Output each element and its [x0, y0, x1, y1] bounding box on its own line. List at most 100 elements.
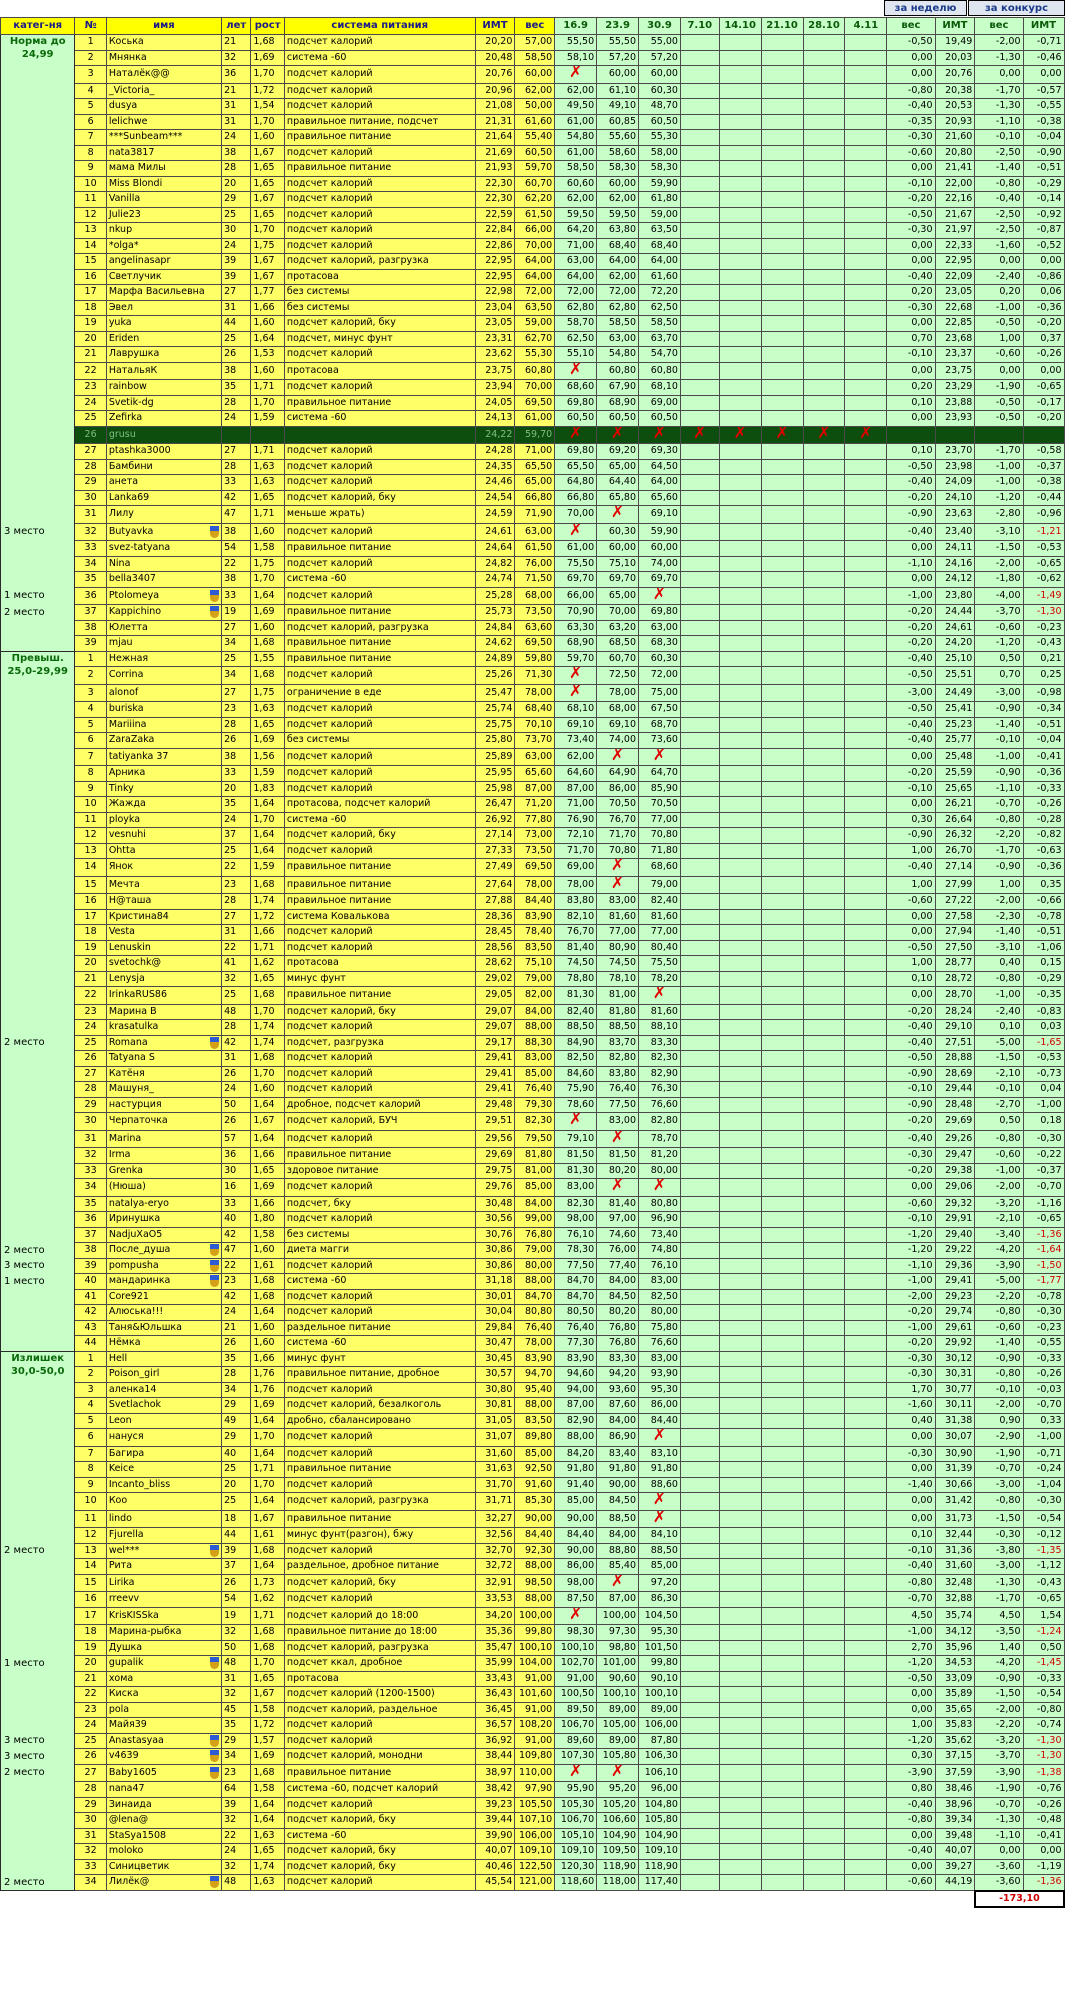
row-week-empty — [760, 113, 804, 130]
row-week-empty — [844, 1827, 888, 1844]
missed-week-icon: ✗ — [568, 684, 583, 700]
row-name: rainbow — [105, 379, 223, 396]
row-week-1: 100,50 — [554, 1686, 598, 1703]
row-height: 1,63 — [250, 458, 285, 475]
row-week-empty — [802, 1397, 846, 1414]
row-num: 9 — [74, 160, 107, 177]
table-row: 4 buriska 23 1,63 подсчет калорий 25,74 68,40 6… — [1, 701, 1065, 718]
row-week-empty — [679, 796, 720, 813]
row-week-empty — [718, 1461, 762, 1478]
row-name: ployka — [105, 811, 223, 828]
row-ct-bmi: -0,26 — [1022, 1366, 1065, 1383]
row-wk-weight: -3,00 — [886, 683, 936, 702]
table-row: 6 ZaraZaka 26 1,69 без системы 25,80 73,70 73,4… — [1, 732, 1065, 749]
row-weight: 105,50 — [514, 1796, 556, 1813]
row-name: StaSya1508 — [105, 1827, 223, 1844]
row-week-empty — [802, 635, 846, 652]
table-row: 22 Киска 32 1,67 подсчет калорий (1200-1500)… — [1, 1686, 1065, 1703]
row-week-empty — [760, 175, 804, 192]
row-week-empty — [679, 253, 720, 270]
row-num: 17 — [74, 284, 107, 301]
row-week-empty — [718, 796, 762, 813]
row-system: минус фунт — [283, 1350, 476, 1367]
row-week-3: 84,10 — [638, 1527, 681, 1544]
row-age: 20 — [221, 175, 252, 192]
row-ct-weight: -0,50 — [974, 410, 1024, 427]
row-ct-bmi: -1,49 — [1022, 586, 1065, 605]
row-system: подсчет калорий — [283, 939, 476, 956]
row-week-empty — [802, 1655, 846, 1672]
row-week-1: 86,00 — [554, 1558, 598, 1575]
row-ct-bmi: -1,64 — [1022, 1242, 1065, 1259]
row-name: yuka — [105, 315, 223, 332]
row-ct-weight: -2,90 — [974, 1428, 1024, 1447]
row-week-3: 69,00 — [638, 394, 681, 411]
row-system: протасова — [283, 955, 476, 972]
table-row: 21 хома 31 1,65 протасова 33,43 91,00 91,00 90,6… — [1, 1670, 1065, 1687]
row-ct-weight: -2,00 — [974, 1178, 1024, 1197]
row-week-1: 82,10 — [554, 908, 598, 925]
row-week-empty — [679, 893, 720, 910]
row-wk-weight: 0,00 — [886, 361, 936, 380]
row-ct-bmi: -0,03 — [1022, 1381, 1065, 1398]
row-ct-weight: -0,80 — [974, 970, 1024, 987]
row-week-empty — [718, 1273, 762, 1290]
row-system — [283, 425, 476, 444]
row-week-empty — [844, 1655, 888, 1672]
row-week-empty — [679, 1476, 720, 1493]
row-week-empty — [679, 222, 720, 239]
row-system: подсчет калорий — [283, 206, 476, 223]
row-wk-weight: 0,10 — [886, 443, 936, 460]
row-week-empty — [844, 1639, 888, 1656]
row-num: 2 — [74, 1366, 107, 1383]
row-bmi: 20,20 — [474, 34, 516, 51]
row-bmi: 29,17 — [474, 1034, 516, 1051]
row-system: раздельное, дробное питание — [283, 1558, 476, 1575]
missed-week-icon: ✗ — [859, 426, 873, 442]
row-week-empty — [760, 98, 804, 115]
row-age: 26 — [221, 1112, 252, 1131]
row-week-empty — [844, 82, 888, 99]
row-week-empty — [718, 1558, 762, 1575]
row-week-2: 93,60 — [596, 1381, 640, 1398]
row-height: 1,69 — [250, 604, 285, 621]
row-age: 29 — [221, 1732, 252, 1749]
row-week-2: 68,40 — [596, 237, 640, 254]
row-week-3: 85,90 — [638, 780, 681, 797]
row-week-empty — [802, 346, 846, 363]
row-age: 28 — [221, 1019, 252, 1036]
row-week-empty — [679, 875, 720, 894]
row-wk-bmi: 40,07 — [934, 1843, 976, 1860]
row-age: 23 — [221, 1273, 252, 1290]
row-week-empty — [760, 1428, 804, 1447]
row-week-empty — [760, 1781, 804, 1798]
row-wk-weight: -0,20 — [886, 1003, 936, 1020]
table-row: 2 Мнянка 32 1,69 система -60 20,48 58,50 58,10 5… — [1, 49, 1065, 66]
row-week-1: 59,70 — [554, 650, 598, 667]
row-ct-weight: -1,00 — [974, 458, 1024, 475]
row-ct-weight: -0,70 — [974, 1796, 1024, 1813]
row-height: 1,69 — [250, 1748, 285, 1765]
row-system: подсчет калорий — [283, 1178, 476, 1197]
row-ct-bmi: -0,33 — [1022, 1670, 1065, 1687]
row-height: 1,64 — [250, 796, 285, 813]
row-height: 1,70 — [250, 811, 285, 828]
row-week-empty — [718, 970, 762, 987]
row-week-3: 97,20 — [638, 1573, 681, 1592]
row-week-empty — [802, 619, 846, 636]
row-week-empty — [802, 206, 846, 223]
row-week-empty — [844, 284, 888, 301]
row-week-1: 98,00 — [554, 1211, 598, 1228]
row-week-empty — [844, 144, 888, 161]
row-name: Baby1605 — [105, 1763, 223, 1782]
row-system: протасова — [283, 268, 476, 285]
row-week-2: 65,80 — [596, 489, 640, 506]
row-num: 35 — [74, 571, 107, 588]
row-ct-bmi: -0,78 — [1022, 908, 1065, 925]
row-age: 47 — [221, 1242, 252, 1259]
row-week-empty — [679, 330, 720, 347]
table-row: 17 Кристина84 27 1,72 система Ковалькова 28,3… — [1, 908, 1065, 925]
row-ct-bmi: -0,30 — [1022, 1492, 1065, 1511]
row-week-2: 90,60 — [596, 1670, 640, 1687]
row-ct-bmi: -0,30 — [1022, 1129, 1065, 1148]
